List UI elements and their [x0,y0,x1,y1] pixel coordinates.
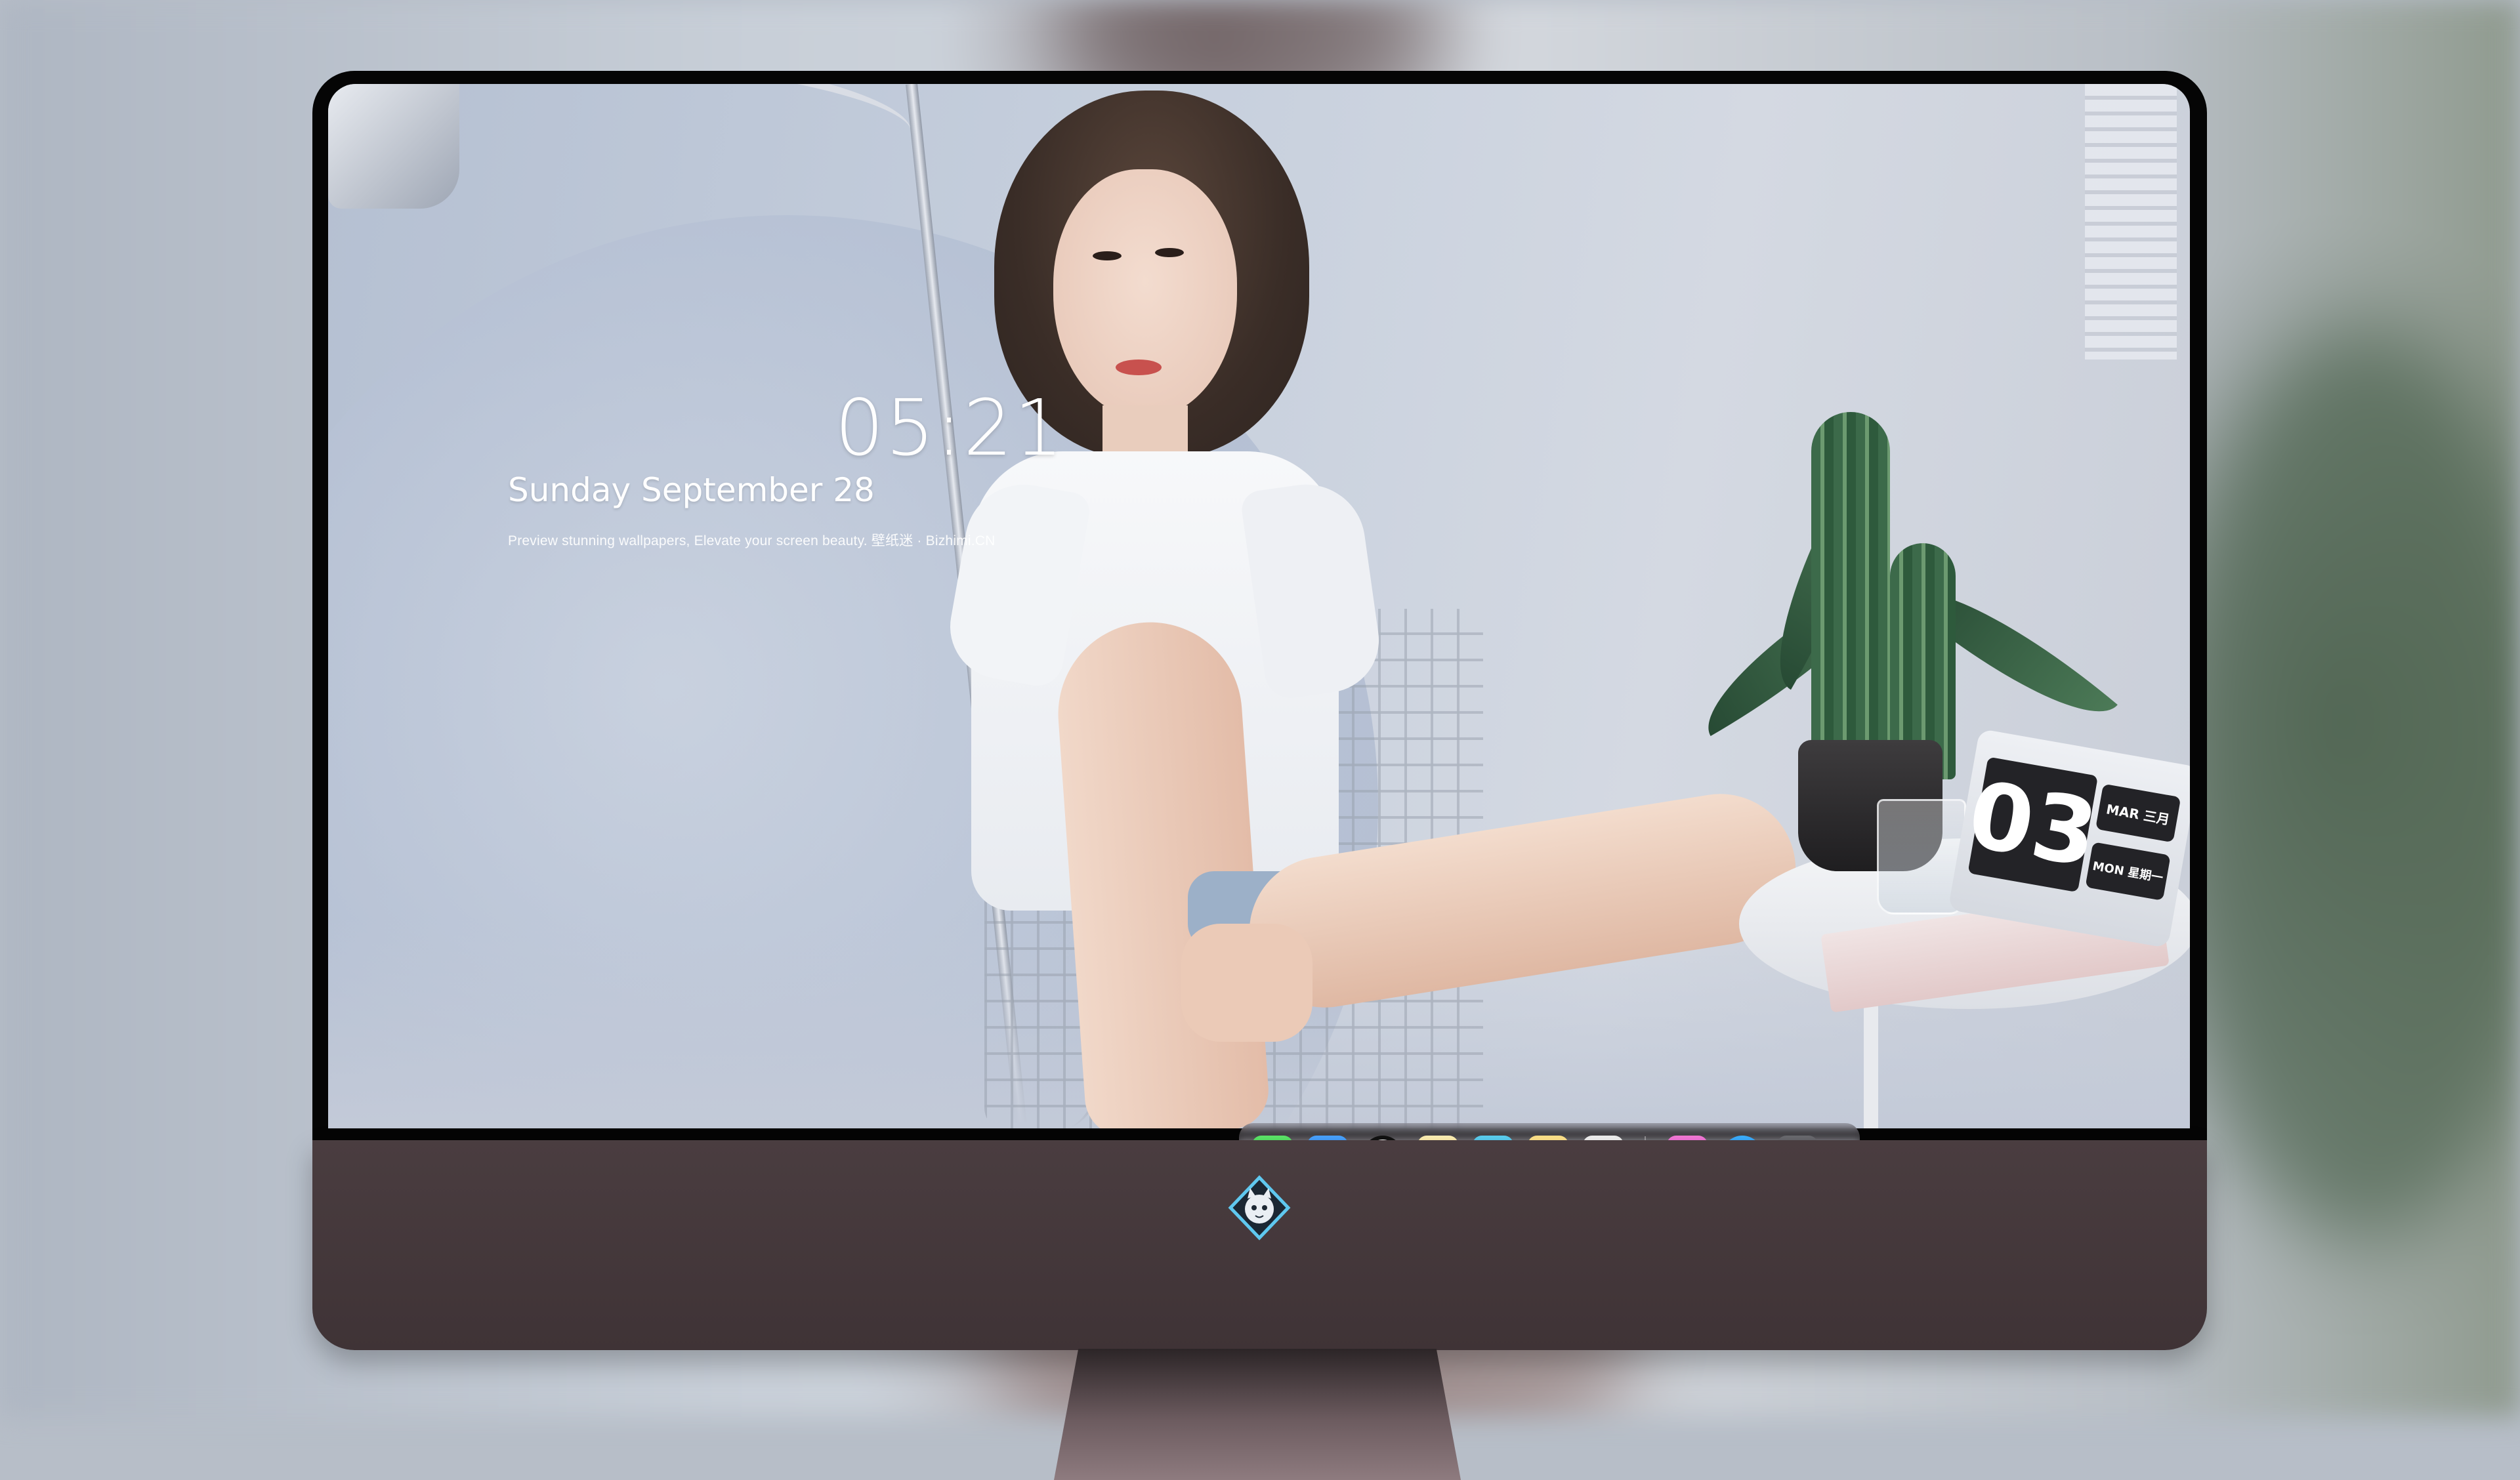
calendar-day: 03 [1961,756,2105,893]
wallpaper-lips [1116,360,1162,375]
wallpaper-eye [1093,251,1122,260]
wallpaper-cactus [1811,412,1890,766]
lock-date: Sunday September 28 [508,471,875,509]
calendar-month: MAR 三月 [2095,783,2181,843]
wallpaper-person-face [1053,169,1237,419]
calendar-weekday: MON 星期一 [2085,842,2171,901]
monitor-chin [312,1140,2207,1350]
desktop-screen: 03 MAR 三月 MON 星期一 05:21 Sunday September… [328,84,2190,1128]
monitor-stand [1054,1349,1461,1480]
lock-clock: 05:21 [835,382,1065,473]
monitor: 03 MAR 三月 MON 星期一 05:21 Sunday September… [312,71,2207,1480]
cat-mascot-logo-icon [1228,1175,1291,1241]
brand-logo [1227,1175,1292,1241]
wallpaper-flip-calendar: 03 MAR 三月 MON 星期一 [1948,728,2190,949]
wallpaper-window-blind [2085,84,2177,360]
wallpaper-eye [1155,248,1184,257]
wallpaper-lamp [328,84,459,209]
wallpaper-lamp-arm [448,84,917,183]
wallpaper-tagline: Preview stunning wallpapers, Elevate you… [508,533,996,548]
wallpaper-hands [1181,924,1312,1042]
